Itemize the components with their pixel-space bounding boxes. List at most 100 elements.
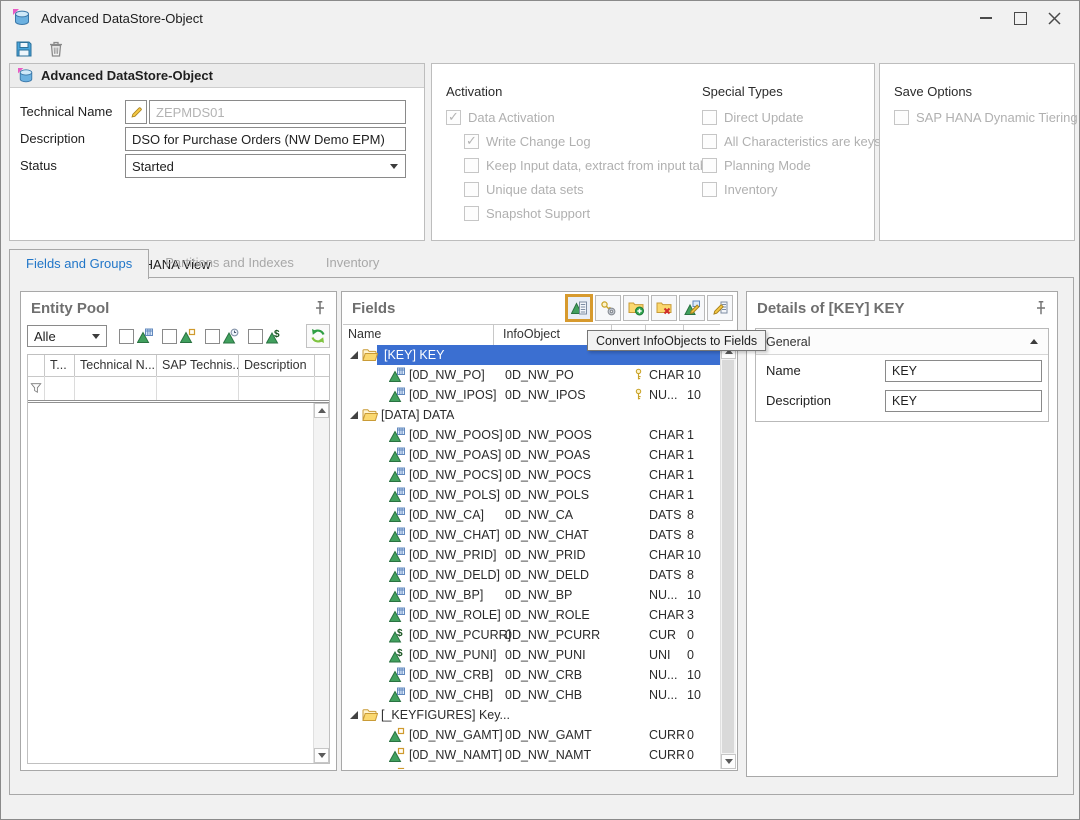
expand-arrow-icon[interactable] [350,351,358,359]
convert-infoobjects-to-fields-button[interactable] [565,294,593,322]
field-infoobject: 0D_NW_CRB [505,665,582,685]
checkbox-label: Planning Mode [724,158,811,173]
save-icon [15,40,33,58]
column-header-infoobject[interactable]: InfoObject [503,325,560,344]
field-row[interactable]: [0D_NW_CRB]0D_NW_CRBNU...10 [343,665,720,685]
detail-field-name: Name [756,359,1048,385]
entity-pool-filter-cells [28,376,329,403]
manage-keys-button[interactable] [595,295,621,321]
filter-cell[interactable] [157,376,239,400]
pin-icon[interactable] [312,300,328,316]
collapse-icon[interactable] [1030,339,1038,344]
field-row[interactable]: [0D_NW_CHB]0D_NW_CHBNU...10 [343,685,720,705]
save-button[interactable] [13,38,35,60]
field-group-row[interactable]: [DATA] DATA [343,405,720,425]
scroll-down-button[interactable] [314,748,329,763]
refresh-button[interactable] [306,324,330,348]
tab-partitions-and-indexes[interactable]: Partitions and Indexes [149,249,310,277]
field-infoobject: 0D_NW_CHAT [505,525,589,545]
filter-cell[interactable] [28,376,45,400]
details-general-header[interactable]: General [756,329,1048,355]
field-row[interactable]: [0D_NW_PUNI]0D_NW_PUNIUNI0 [343,645,720,665]
column-header-technical-name[interactable]: Technical N... [75,355,157,376]
filter-checkbox[interactable] [162,329,177,344]
field-row[interactable]: [0D_NW_PO]0D_NW_POCHAR10 [343,365,720,385]
field-row[interactable]: [0D_NW_DELD]0D_NW_DELDDATS8 [343,565,720,585]
delete-button[interactable] [45,38,67,60]
field-row[interactable]: [0D_NW_CHAT]0D_NW_CHATDATS8 [343,525,720,545]
field-row[interactable]: [0D_NW_POCS]0D_NW_POCSCHAR1 [343,465,720,485]
close-button[interactable] [1037,3,1071,33]
filter-checkbox[interactable] [248,329,263,344]
field-group-row[interactable]: [_KEYFIGURES] Key... [343,705,720,725]
pin-icon[interactable] [1033,300,1049,316]
adso-icon [18,68,34,84]
maximize-button[interactable] [1003,3,1037,33]
app-toolbar [13,37,67,61]
field-row[interactable]: [0D_NW_ROLE]0D_NW_ROLECHAR3 [343,605,720,625]
field-row[interactable]: [0D_NW_PCURR]0D_NW_PCURRCUR0 [343,625,720,645]
scroll-down-button[interactable] [721,754,736,769]
field-row[interactable]: [0D_NW_POAS]0D_NW_POASCHAR1 [343,445,720,465]
field-name: [0D_NW_CA] [409,505,484,525]
column-header-filler [315,355,329,376]
column-header-sap-technical-name[interactable]: SAP Technis... [157,355,239,376]
field-row[interactable]: [0D_NW_CA]0D_NW_CADATS8 [343,505,720,525]
scroll-thumb[interactable] [722,360,734,753]
tab-inventory[interactable]: Inventory [310,249,395,277]
fields-scrollbar[interactable] [720,344,736,769]
field-datatype: NU... [649,665,677,685]
scroll-up-button[interactable] [314,403,329,418]
add-infoobjects-button[interactable] [679,295,705,321]
checkbox-label: Unique data sets [486,182,584,197]
field-row[interactable]: [0D_NW_IPOS]0D_NW_IPOSNU...10 [343,385,720,405]
technical-name-input[interactable] [149,100,406,124]
status-dropdown[interactable]: Started [125,154,406,178]
keyfigure-icon [389,767,405,769]
entity-filter-dropdown[interactable]: Alle [27,325,107,347]
field-name: [0D_NW_PO] [409,365,485,385]
detail-name-input[interactable] [885,360,1042,382]
column-separator[interactable] [493,325,494,345]
column-header-type[interactable]: T... [45,355,75,376]
add-group-button[interactable] [623,295,649,321]
checkbox-all-characteristics-are-keys: All Characteristics are keys [702,133,881,149]
expand-arrow-icon[interactable] [350,411,358,419]
column-header-description[interactable]: Description [239,355,315,376]
fields-panel: Fields Name InfoObject [KEY] KEY[0D_NW_P… [341,291,738,771]
add-field-button[interactable] [707,295,733,321]
checkbox-sap-hana-dynamic-tiering: SAP HANA Dynamic Tiering [894,109,1078,125]
field-length: 0 [687,645,694,665]
filter-checkbox[interactable] [119,329,134,344]
tab-fields-and-groups[interactable]: Fields and Groups [9,249,149,279]
field-datatype: CHAR [649,545,684,565]
description-input[interactable] [125,127,406,151]
entity-pool-panel: Entity Pool Alle T... Technical N... SAP… [20,291,337,771]
field-row[interactable]: [0D_NW_POLS]0D_NW_POLSCHAR1 [343,485,720,505]
remove-group-button[interactable] [651,295,677,321]
detail-description-input[interactable] [885,390,1042,412]
field-row[interactable]: [0D_NW_NAMT]0D_NW_NAMTCURR0 [343,745,720,765]
minimize-button[interactable] [969,3,1003,33]
char-icon [389,467,405,483]
entity-pool-scrollbar[interactable] [313,403,329,763]
special-types-title: Special Types [702,84,881,99]
field-row[interactable]: [0D_NW_BP]0D_NW_BPNU...10 [343,585,720,605]
field-row[interactable] [343,765,720,769]
field-row[interactable]: [0D_NW_PRID]0D_NW_PRIDCHAR10 [343,545,720,565]
edit-technical-name-button[interactable] [125,100,147,124]
filter-cell[interactable] [239,376,315,400]
add-infoobjects-icon [684,300,700,316]
filter-cell[interactable] [75,376,157,400]
field-row[interactable]: [0D_NW_GAMT]0D_NW_GAMTCURR0 [343,725,720,745]
field-row[interactable]: [0D_NW_POOS]0D_NW_POOSCHAR1 [343,425,720,445]
field-name: [0D_NW_GAMT] [409,725,503,745]
unit-icon [389,647,405,663]
filter-cell[interactable] [45,376,75,400]
group-name: [KEY] KEY [381,345,447,365]
expand-arrow-icon[interactable] [350,711,358,719]
checkbox-data-activation: Data Activation [446,109,717,125]
filter-checkbox[interactable] [205,329,220,344]
char-icon [389,567,405,583]
column-header-name[interactable]: Name [348,325,381,344]
